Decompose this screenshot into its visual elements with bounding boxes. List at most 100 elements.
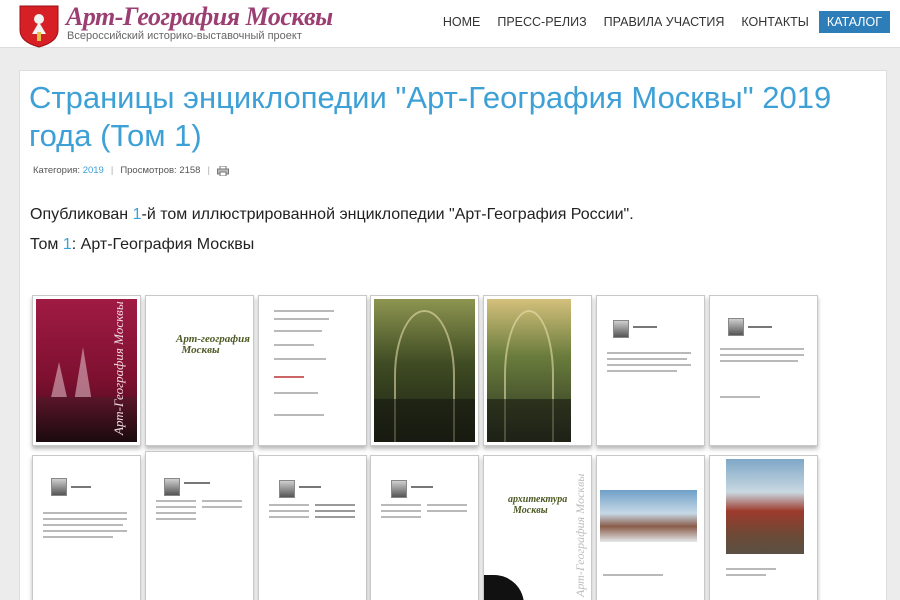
page-thumbnail-bio-4[interactable] [145, 451, 254, 600]
nav-contacts[interactable]: КОНТАКТЫ [741, 15, 808, 29]
text-line [720, 360, 798, 362]
article-meta: Категория: 2019 | Просмотров: 2158 | [33, 165, 229, 176]
text-line [411, 486, 433, 488]
nav-rules[interactable]: ПРАВИЛА УЧАСТИЯ [604, 15, 725, 29]
page-thumbnail-bio-5[interactable] [258, 455, 367, 600]
section-title: архитектура Москвы [508, 494, 567, 516]
page-thumbnail-gallery-spread[interactable] [483, 295, 592, 446]
text-line [603, 574, 663, 576]
painting-floor [374, 399, 475, 442]
views-label: Просмотров: [120, 165, 177, 176]
text-line [274, 376, 304, 378]
text-line [381, 510, 421, 512]
category-link[interactable]: 2019 [83, 165, 104, 176]
text-line [274, 358, 326, 360]
text-line [315, 510, 355, 512]
cover-spire [74, 347, 92, 402]
page-thumbnail-imprint[interactable] [258, 295, 367, 446]
text-line [720, 354, 804, 356]
text-line [633, 326, 657, 328]
text-line [607, 370, 677, 372]
lead-paragraph: Опубликован 1-й том иллюстрированной энц… [30, 206, 634, 224]
gallery-painting [374, 299, 475, 442]
text-line [299, 486, 321, 488]
text-line [43, 530, 127, 532]
page-thumbnail-gallery[interactable] [370, 295, 479, 446]
gallery-spread-painting [487, 299, 571, 442]
text-line [156, 512, 196, 514]
lead-text-end: -й том иллюстрированной энциклопедии "Ар… [141, 206, 634, 223]
nav-press-release[interactable]: ПРЕСС-РЕЛИЗ [497, 15, 586, 29]
text-line [184, 482, 210, 484]
text-line [427, 504, 467, 506]
text-line [720, 348, 804, 350]
site-subtitle: Всероссийский историко-выставочный проек… [67, 30, 302, 42]
section-line-2: Москвы [513, 505, 548, 516]
main-nav: HOME ПРЕСС-РЕЛИЗ ПРАВИЛА УЧАСТИЯ КОНТАКТ… [426, 11, 890, 33]
page-thumbnail-architecture-section[interactable]: архитектура Москвы Арт-География Москвы [483, 455, 592, 600]
text-line [269, 504, 309, 506]
page-thumbnail-bio-3[interactable] [32, 455, 141, 600]
text-line [315, 516, 355, 518]
text-line [274, 310, 334, 312]
text-line [427, 510, 467, 512]
text-line [726, 574, 766, 576]
site-title[interactable]: Арт-География Москвы [66, 2, 333, 32]
text-line [202, 506, 242, 508]
text-line [607, 358, 687, 360]
views-count: 2158 [179, 165, 201, 176]
title-page-logo: Арт-география Москвы [176, 334, 250, 356]
page-thumbnail-bio-2[interactable] [709, 295, 818, 446]
text-line [71, 486, 91, 488]
page-thumbnail-winter-painting[interactable] [596, 455, 705, 600]
portrait-photo [613, 320, 629, 338]
text-line [274, 344, 314, 346]
text-line [381, 504, 421, 506]
painting-floor [487, 399, 571, 442]
text-line [269, 510, 309, 512]
meta-divider: | [207, 165, 210, 176]
portrait-photo [391, 480, 407, 498]
text-line [202, 500, 242, 502]
portrait-photo [51, 478, 67, 496]
lead-text-start: Опубликован [30, 206, 133, 223]
nav-catalog-button[interactable]: КАТАЛОГ [818, 11, 890, 33]
text-line [607, 364, 691, 366]
text-line [607, 352, 691, 354]
text-line [43, 524, 123, 526]
text-line [274, 330, 322, 332]
print-icon[interactable] [216, 165, 229, 176]
page-corner-decoration [484, 575, 524, 600]
page-thumbnail-bio-1[interactable] [596, 295, 705, 446]
lead-volume-number: 1 [132, 206, 142, 223]
text-line [43, 518, 127, 520]
cover-title: Арт-География Москвы [111, 301, 126, 435]
text-line [726, 568, 776, 570]
page-thumbnail-cover[interactable]: Арт-География Москвы [32, 295, 141, 446]
page-thumbnail-bio-6[interactable] [370, 455, 479, 600]
nav-home[interactable]: HOME [443, 15, 481, 29]
text-line [274, 392, 318, 394]
text-line [315, 504, 355, 506]
category-label: Категория: [33, 165, 81, 176]
text-line [156, 506, 196, 508]
text-line [274, 414, 324, 416]
cover-spire [50, 362, 68, 402]
text-line [269, 516, 309, 518]
portrait-photo [279, 480, 295, 498]
site-header: Арт-География Москвы Всероссийский истор… [0, 0, 900, 48]
page-title: Страницы энциклопедии "Арт-География Мос… [29, 80, 832, 153]
text-line [43, 536, 113, 538]
page-spine-text: Арт-География Москвы [573, 473, 587, 597]
page-thumbnail-title[interactable]: Арт-география Москвы [145, 295, 254, 446]
logo-line-2: Москвы [181, 344, 220, 356]
text-line [156, 518, 196, 520]
moscow-coat-of-arms-icon[interactable] [18, 4, 60, 48]
volume-text-start: Том [30, 236, 63, 253]
text-line [748, 326, 772, 328]
text-line [274, 318, 329, 320]
winter-painting [600, 490, 697, 542]
text-line [43, 512, 127, 514]
page-thumbnail-red-square-painting[interactable] [709, 455, 818, 600]
cover-image: Арт-География Москвы [36, 299, 137, 442]
